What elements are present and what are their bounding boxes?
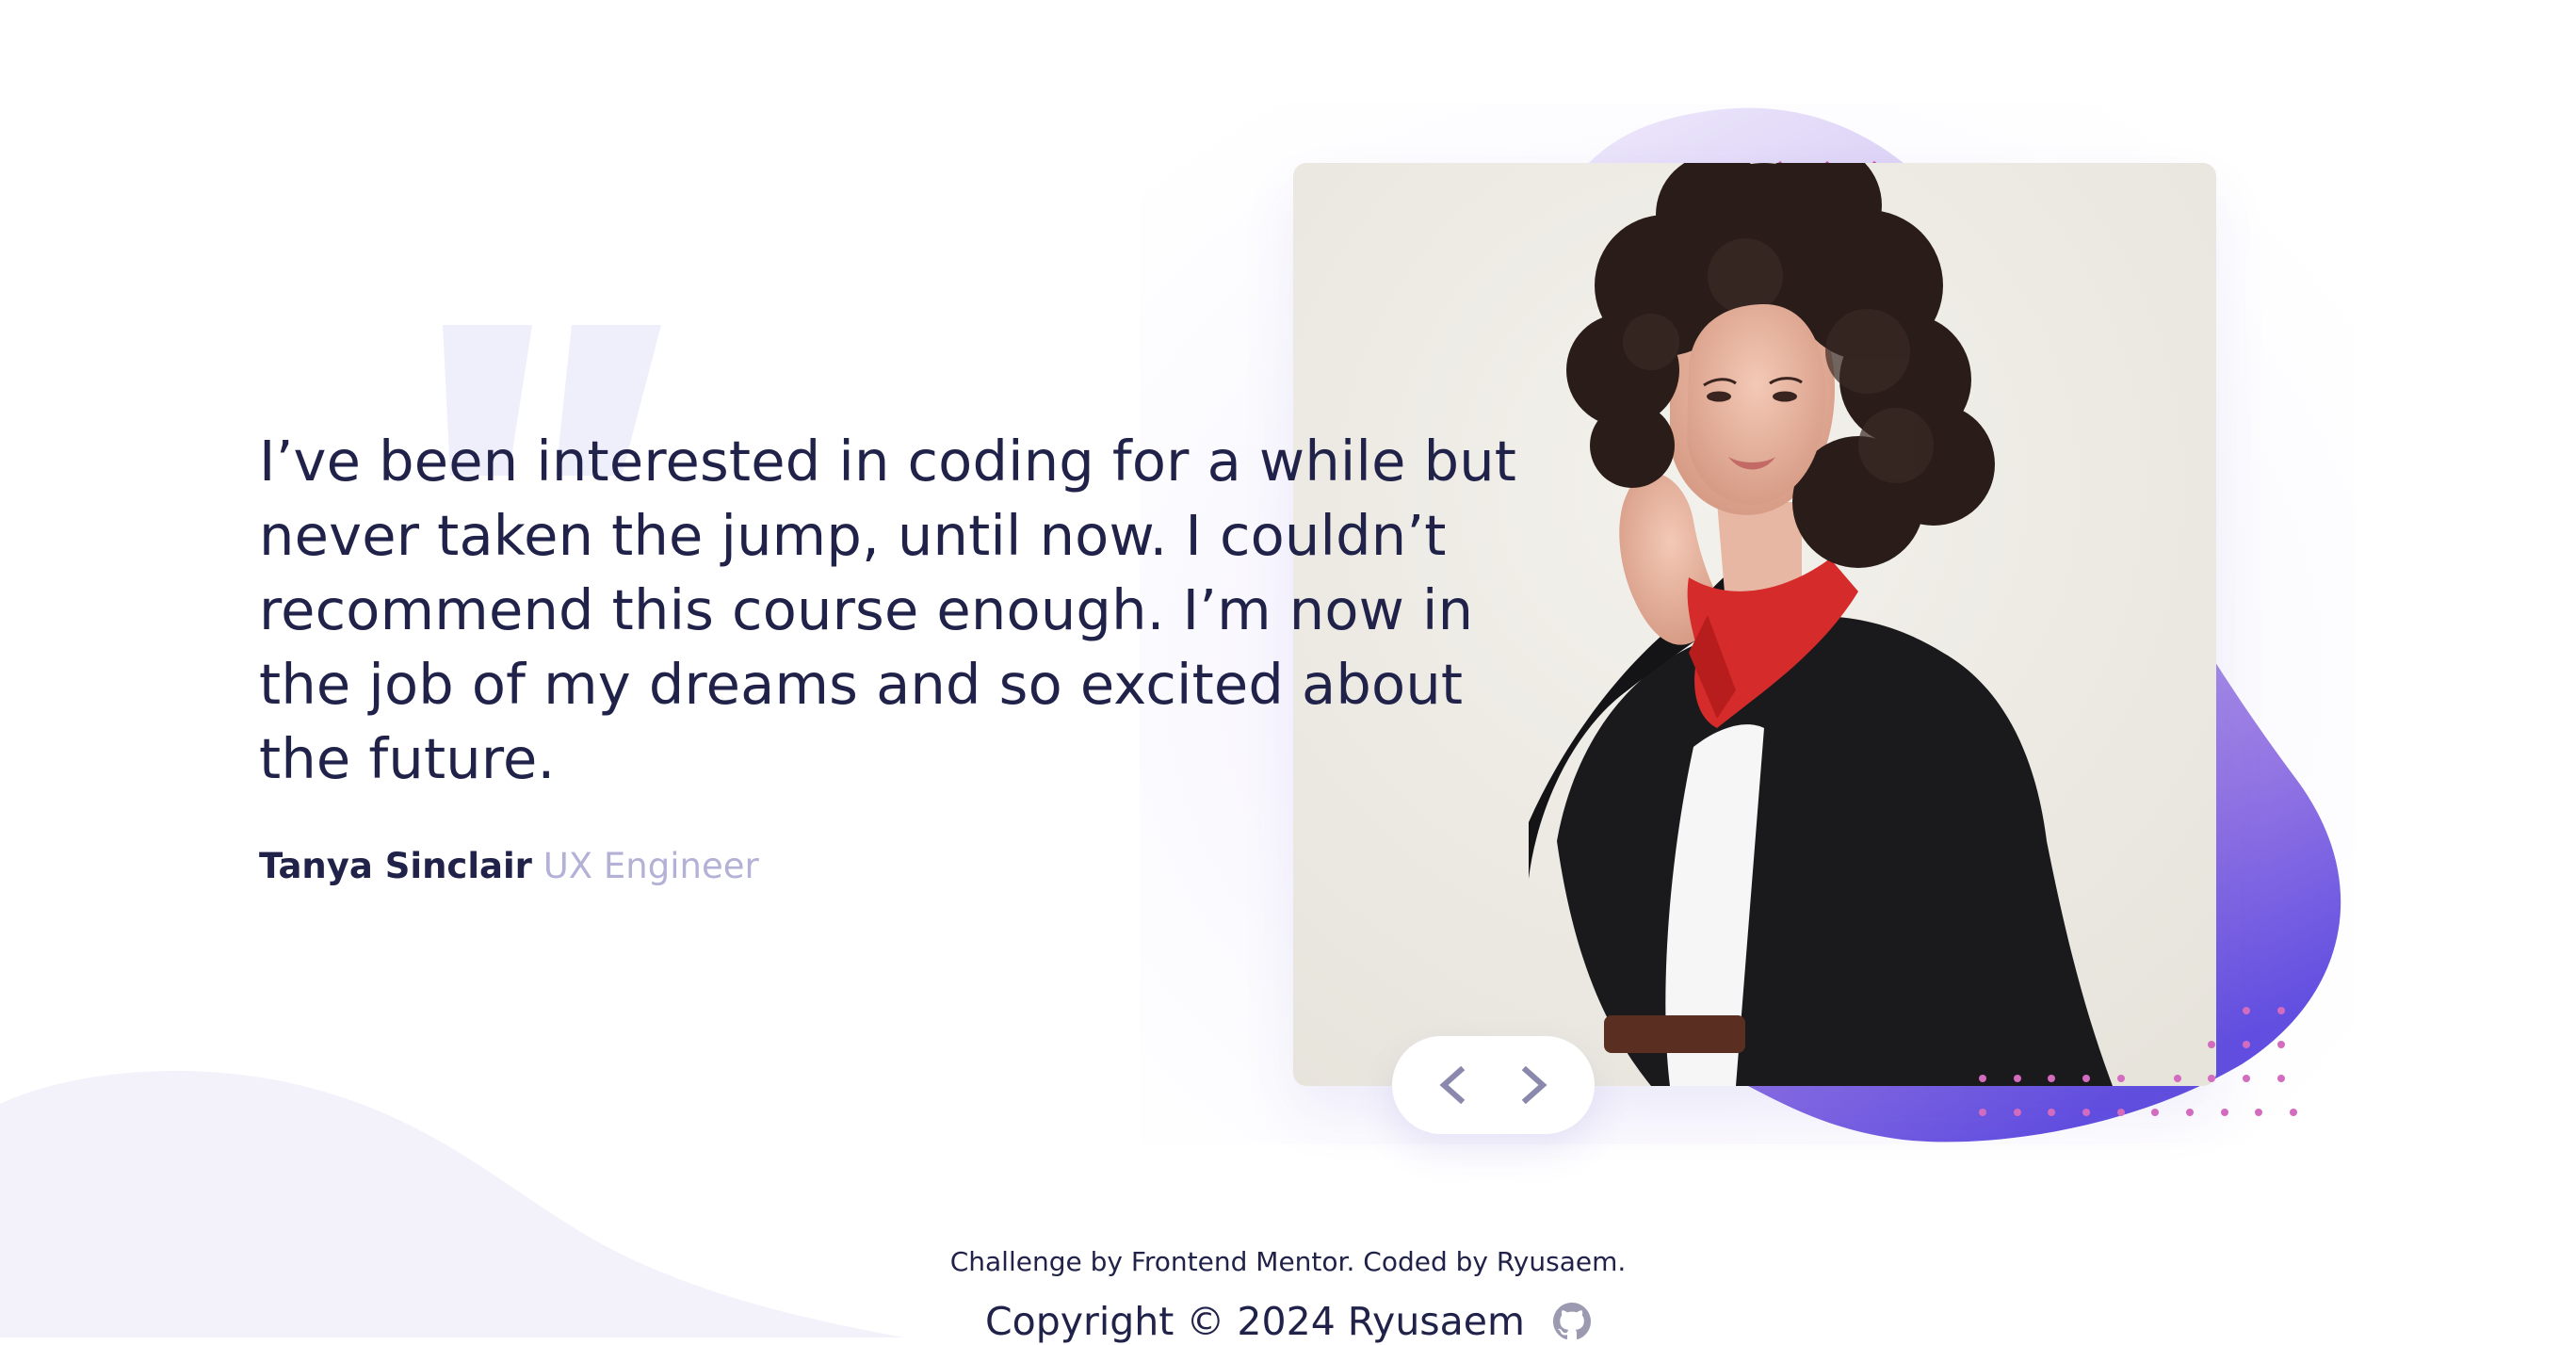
testimonial-author: Tanya Sinclair UX Engineer <box>259 843 759 890</box>
author-name: Tanya Sinclair <box>259 846 532 886</box>
chevron-left-icon <box>1439 1066 1466 1104</box>
copyright-text: Copyright © 2024 Ryusaem <box>985 1299 1525 1344</box>
footer-copyright-row: Copyright © 2024 Ryusaem <box>985 1298 1591 1345</box>
dots-pattern <box>1979 1007 2297 1116</box>
footer: Challenge by Frontend Mentor. Coded by R… <box>0 1243 2576 1345</box>
testimonial-quote: I’ve been interested in coding for a whi… <box>259 429 1517 791</box>
slider-navigation <box>1392 1036 1595 1134</box>
chevron-right-icon <box>1521 1066 1547 1104</box>
footer-credit: Challenge by Frontend Mentor. Coded by R… <box>949 1246 1627 1277</box>
next-button[interactable] <box>1502 1052 1568 1118</box>
github-icon[interactable] <box>1552 1303 1591 1340</box>
previous-button[interactable] <box>1418 1052 1484 1118</box>
author-role: UX Engineer <box>543 846 759 886</box>
